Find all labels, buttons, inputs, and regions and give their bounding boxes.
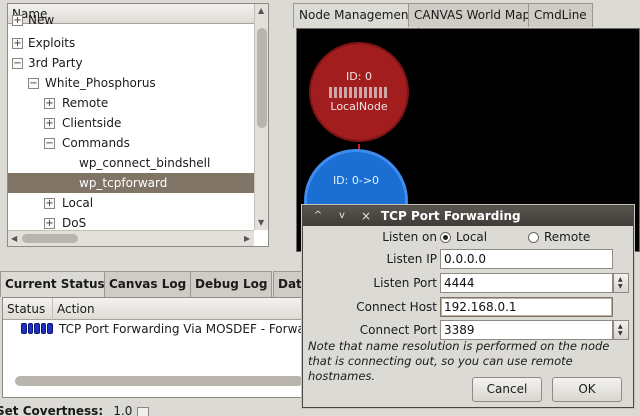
- tree-item-label: Remote: [62, 96, 109, 110]
- listen-port-field[interactable]: 4444: [440, 273, 613, 293]
- tree-item-local[interactable]: + Local: [8, 193, 254, 213]
- tree-item-remote[interactable]: + Remote: [8, 93, 254, 113]
- module-tree: Name + New + Exploits − 3rd Party − Whit…: [7, 3, 269, 247]
- tree-item-label: Commands: [62, 136, 130, 150]
- redacted-node-address: [329, 87, 389, 98]
- tree-item-clientside[interactable]: + Clientside: [8, 113, 254, 133]
- tree-item-label: wp_connect_bindshell: [79, 156, 211, 170]
- tree-item-label: 3rd Party: [28, 56, 83, 70]
- spin-down-icon[interactable]: ▼: [618, 284, 623, 290]
- dialog-titlebar[interactable]: ^ v × TCP Port Forwarding: [303, 206, 633, 226]
- covertness-label: Set Covertness:: [0, 404, 104, 416]
- column-header-status[interactable]: Status: [3, 298, 53, 320]
- radio-remote-label[interactable]: Remote: [544, 227, 590, 247]
- tree-item-label: Exploits: [28, 36, 76, 50]
- status-horizontal-scrollbar[interactable]: [15, 376, 301, 386]
- expand-icon[interactable]: +: [44, 198, 55, 209]
- module-tree-panel: Name + New + Exploits − 3rd Party − Whit…: [0, 0, 270, 250]
- scroll-left-icon[interactable]: ◀: [11, 234, 17, 243]
- dialog-title: TCP Port Forwarding: [381, 209, 521, 223]
- tree-item-label: Local: [62, 196, 94, 210]
- status-table-header: Status Action: [3, 298, 301, 320]
- radio-remote[interactable]: [528, 232, 539, 243]
- covertness-slider[interactable]: [136, 406, 149, 416]
- local-node[interactable]: ID: 0 LocalNode: [309, 42, 409, 142]
- tab-node-management[interactable]: Node Management: [293, 3, 420, 28]
- connect-host-field[interactable]: 192.168.0.1: [440, 297, 613, 317]
- collapse-icon[interactable]: −: [44, 138, 55, 149]
- scroll-right-icon[interactable]: ▶: [244, 234, 250, 243]
- status-table: Status Action TCP Port Forwarding Via MO…: [2, 297, 302, 398]
- column-header-action[interactable]: Action: [53, 298, 301, 320]
- tree-item-new[interactable]: + New: [8, 10, 254, 30]
- shade-up-icon[interactable]: ^: [311, 209, 325, 223]
- scrollbar-thumb[interactable]: [22, 234, 78, 243]
- expand-icon[interactable]: +: [44, 118, 55, 129]
- tree-item-3rd-party[interactable]: − 3rd Party: [8, 53, 254, 73]
- listen-port-label: Listen Port: [373, 276, 437, 290]
- radio-local[interactable]: [440, 232, 451, 243]
- table-row[interactable]: TCP Port Forwarding Via MOSDEF - Forward: [3, 320, 301, 340]
- connect-port-field[interactable]: 3389: [440, 320, 613, 340]
- tree-item-wp-connect-bindshell[interactable]: wp_connect_bindshell: [8, 153, 254, 173]
- connect-host-label: Connect Host: [356, 300, 437, 314]
- tab-cmdline[interactable]: CmdLine: [528, 3, 593, 27]
- scroll-down-icon[interactable]: ▼: [258, 218, 264, 227]
- close-icon[interactable]: ×: [359, 209, 373, 223]
- listen-port-spinner[interactable]: ▲ ▼: [613, 273, 629, 293]
- tree-horizontal-scrollbar[interactable]: ◀ ▶: [8, 230, 254, 246]
- node-name: LocalNode: [330, 100, 388, 113]
- spin-down-icon[interactable]: ▼: [618, 331, 623, 337]
- tab-canvas-log[interactable]: Canvas Log: [104, 271, 192, 297]
- status-action-text: TCP Port Forwarding Via MOSDEF - Forward: [59, 322, 302, 336]
- listen-ip-label: Listen IP: [386, 252, 437, 266]
- scrollbar-thumb[interactable]: [257, 28, 267, 128]
- tree-item-exploits[interactable]: + Exploits: [8, 33, 254, 53]
- radio-local-label[interactable]: Local: [456, 227, 487, 247]
- tree-vertical-scrollbar[interactable]: ▲ ▼: [254, 4, 268, 230]
- tree-item-label: wp_tcpforward: [79, 176, 168, 190]
- progress-indicator: [21, 323, 53, 334]
- tab-current-status[interactable]: Current Status: [0, 271, 110, 297]
- covertness-control: Set Covertness: 1.0: [0, 404, 149, 416]
- tree-item-white-phosphorus[interactable]: − White_Phosphorus: [8, 73, 254, 93]
- covertness-value: 1.0: [113, 404, 133, 416]
- expand-icon[interactable]: +: [44, 218, 55, 229]
- connect-port-spinner[interactable]: ▲ ▼: [613, 320, 629, 340]
- cancel-button[interactable]: Cancel: [472, 377, 542, 402]
- listen-ip-field[interactable]: 0.0.0.0: [440, 249, 613, 269]
- ok-button[interactable]: OK: [552, 377, 622, 402]
- tree-item-label: White_Phosphorus: [45, 76, 156, 90]
- scroll-up-icon[interactable]: ▲: [258, 6, 264, 15]
- expand-icon[interactable]: +: [12, 15, 23, 26]
- bottom-tab-bar: Current Status Canvas Log Debug Log Dat: [0, 271, 307, 297]
- tree-item-wp-tcpforward[interactable]: wp_tcpforward: [8, 173, 254, 193]
- shade-down-icon[interactable]: v: [335, 209, 349, 223]
- collapse-icon[interactable]: −: [12, 58, 23, 69]
- listen-on-label: Listen on: [382, 230, 437, 244]
- tcp-port-forwarding-dialog: ^ v × TCP Port Forwarding Listen on Loca…: [302, 205, 634, 408]
- expand-icon[interactable]: +: [12, 38, 23, 49]
- collapse-icon[interactable]: −: [28, 78, 39, 89]
- tab-debug-log[interactable]: Debug Log: [190, 271, 273, 297]
- expand-icon[interactable]: +: [44, 98, 55, 109]
- connect-port-label: Connect Port: [359, 323, 437, 337]
- tree-item-label: New: [28, 13, 55, 27]
- tab-canvas-world-map[interactable]: CANVAS World Map: [408, 3, 537, 27]
- node-id: ID: 0->0: [332, 174, 380, 187]
- tree-item-label: Clientside: [62, 116, 122, 130]
- tree-item-commands[interactable]: − Commands: [8, 133, 254, 153]
- node-id: ID: 0: [346, 70, 372, 83]
